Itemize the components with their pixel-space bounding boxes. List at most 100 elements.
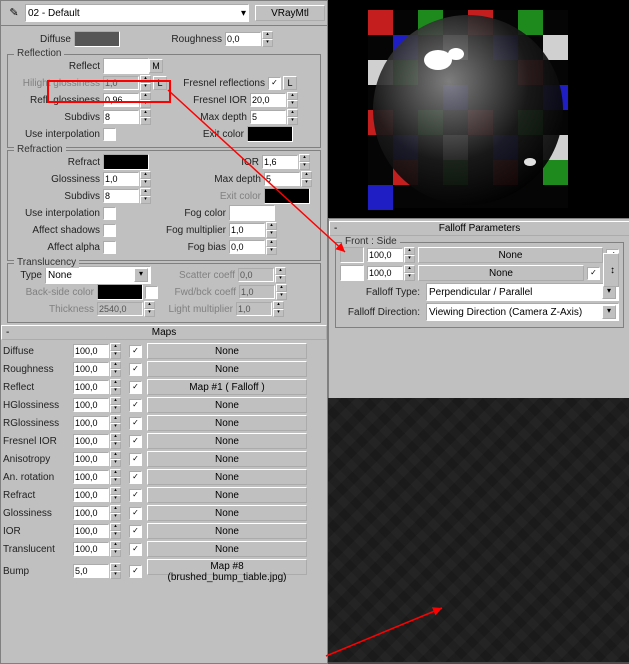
falloff-type-combo[interactable]: Perpendicular / Parallel▾ [426,283,619,301]
eyedropper-icon[interactable]: ✎ [7,6,21,20]
maps-table: Diffuse▴▾✓NoneRoughness▴▾✓NoneReflect▴▾✓… [1,342,327,584]
roughness-input[interactable] [225,32,261,46]
map-amount-spinner[interactable]: ▴▾ [73,379,125,395]
map-slot-button[interactable]: Map #1 ( Falloff ) [147,379,307,395]
map-slot-button[interactable]: None [147,361,307,377]
fog-color-label: Fog color [164,208,229,219]
fresnel-ior-spinner[interactable]: ▴▾ [250,92,298,108]
fog-mult-spinner[interactable]: ▴▾ [229,222,277,238]
map-enable-checkbox[interactable]: ✓ [129,565,142,578]
map-slot-button[interactable]: None [147,415,307,431]
map-enable-checkbox[interactable]: ✓ [129,399,142,412]
map-amount-spinner[interactable]: ▴▾ [73,415,125,431]
map-enable-checkbox[interactable]: ✓ [129,363,142,376]
map-enable-checkbox[interactable]: ✓ [129,489,142,502]
map-slot-button[interactable]: None [147,397,307,413]
refr-interp-checkbox[interactable] [103,207,116,220]
map-slot-button[interactable]: Map #8 (brushed_bump_tiable.jpg) [147,559,307,575]
fog-bias-spinner[interactable]: ▴▾ [229,239,277,255]
map-enable-checkbox[interactable]: ✓ [129,507,142,520]
maps-row-refract: Refract ▴▾ ✓ None [1,486,327,504]
maps-rollout-header[interactable]: -Maps [1,325,327,340]
diffuse-swatch[interactable] [74,31,120,47]
map-enable-checkbox[interactable]: ✓ [129,381,142,394]
map-name-label: Refract [3,490,38,501]
falloff-swap-button[interactable]: ↕ [603,253,619,287]
falloff-dir-combo[interactable]: Viewing Direction (Camera Z-Axis)▾ [426,303,619,321]
map-enable-checkbox[interactable]: ✓ [129,345,142,358]
map-slot-button[interactable]: None [147,343,307,359]
falloff-amt1-spinner[interactable]: ▴▾ [367,247,415,263]
fresnel-ior-label: Fresnel IOR [167,95,250,106]
reflect-map-button[interactable]: M [149,59,163,73]
map-amount-spinner[interactable]: ▴▾ [73,487,125,503]
fresnel-checkbox[interactable]: ✓ [268,77,281,90]
map-slot-button[interactable]: None [147,433,307,449]
falloff-map1-button[interactable]: None [418,247,603,263]
map-amount-spinner[interactable]: ▴▾ [73,563,125,579]
falloff-color2-swatch[interactable] [340,265,364,281]
refr-maxdepth-spinner[interactable]: ▴▾ [264,171,312,187]
fog-mult-label: Fog multiplier [164,225,229,236]
refr-maxdepth-label: Max depth [199,174,264,185]
maps-row-an-rotation: An. rotation▴▾✓None [1,468,327,486]
dropdown-arrow-icon: ▾ [241,8,246,19]
fog-color-swatch[interactable] [229,205,275,221]
refr-subdivs-spinner[interactable]: ▴▾ [103,188,151,204]
refract-swatch[interactable] [103,154,149,170]
spin-down-icon[interactable]: ▾ [262,39,273,47]
trans-type-combo[interactable]: None▾ [45,266,151,284]
map-slot-button[interactable]: None [147,505,307,521]
map-enable-checkbox[interactable]: ✓ [129,453,142,466]
material-selector[interactable]: 02 - Default ▾ [25,4,249,22]
map-amount-spinner[interactable]: ▴▾ [73,343,125,359]
ior-spinner[interactable]: ▴▾ [262,154,310,170]
map-slot-button[interactable]: None [147,451,307,467]
front-side-group: Front : Side ▴▾ None ✓ ↕ ▴▾ None ✓ Fallo… [335,242,624,328]
affect-alpha-checkbox[interactable] [103,241,116,254]
hilight-lock-button[interactable]: L [153,76,167,90]
map-enable-checkbox[interactable]: ✓ [129,435,142,448]
hilight-gloss-label: Hilight glossiness [12,78,103,89]
spin-up-icon[interactable]: ▴ [262,31,273,39]
reflect-swatch[interactable] [103,58,149,74]
refl-interp-checkbox[interactable] [103,128,116,141]
falloff-amt2-spinner[interactable]: ▴▾ [367,265,415,281]
translucency-title: Translucency [14,257,79,268]
map-enable-checkbox[interactable]: ✓ [129,525,142,538]
refl-gloss-spinner[interactable]: ▴▾ [103,92,151,108]
map-amount-spinner[interactable]: ▴▾ [73,433,125,449]
map-name-label: Reflect [3,382,37,393]
map-amount-spinner[interactable]: ▴▾ [73,451,125,467]
refl-exitcolor-swatch[interactable] [247,126,293,142]
fresnel-refl-label: Fresnel reflections [167,78,268,89]
map-amount-spinner[interactable]: ▴▾ [73,397,125,413]
maps-row-bump: Bump▴▾✓Map #8 (brushed_bump_tiable.jpg) [1,558,327,584]
maps-row-glossiness: Glossiness▴▾✓None [1,504,327,522]
refl-subdivs-spinner[interactable]: ▴▾ [103,109,151,125]
map-amount-spinner[interactable]: ▴▾ [73,469,125,485]
map-amount-spinner[interactable]: ▴▾ [73,361,125,377]
map-amount-spinner[interactable]: ▴▾ [73,505,125,521]
map-amount-spinner[interactable]: ▴▾ [73,541,125,557]
map-enable-checkbox[interactable]: ✓ [129,417,142,430]
affect-shadows-checkbox[interactable] [103,224,116,237]
map-amount-spinner[interactable]: ▴▾ [73,523,125,539]
falloff-on2-checkbox[interactable]: ✓ [587,267,600,280]
map-slot-button[interactable]: None [147,469,307,485]
falloff-rollout-header[interactable]: -Falloff Parameters [329,221,629,236]
refr-gloss-spinner[interactable]: ▴▾ [103,171,151,187]
refl-exitcolor-label: Exit color [164,129,247,140]
falloff-map2-button[interactable]: None [418,265,584,281]
maps-row-hglossiness: HGlossiness▴▾✓None [1,396,327,414]
map-slot-button[interactable]: None [147,541,307,557]
map-enable-checkbox[interactable]: ✓ [129,471,142,484]
map-enable-checkbox[interactable]: ✓ [129,543,142,556]
roughness-spinner[interactable]: ▴▾ [225,31,273,47]
map-slot-button[interactable]: None [147,523,307,539]
fresnel-lock-button[interactable]: L [283,76,297,90]
material-type-button[interactable]: VRayMtl [255,5,325,21]
map-slot-button[interactable]: None [147,487,307,503]
falloff-color1-swatch[interactable] [340,247,364,263]
refl-maxdepth-spinner[interactable]: ▴▾ [250,109,298,125]
